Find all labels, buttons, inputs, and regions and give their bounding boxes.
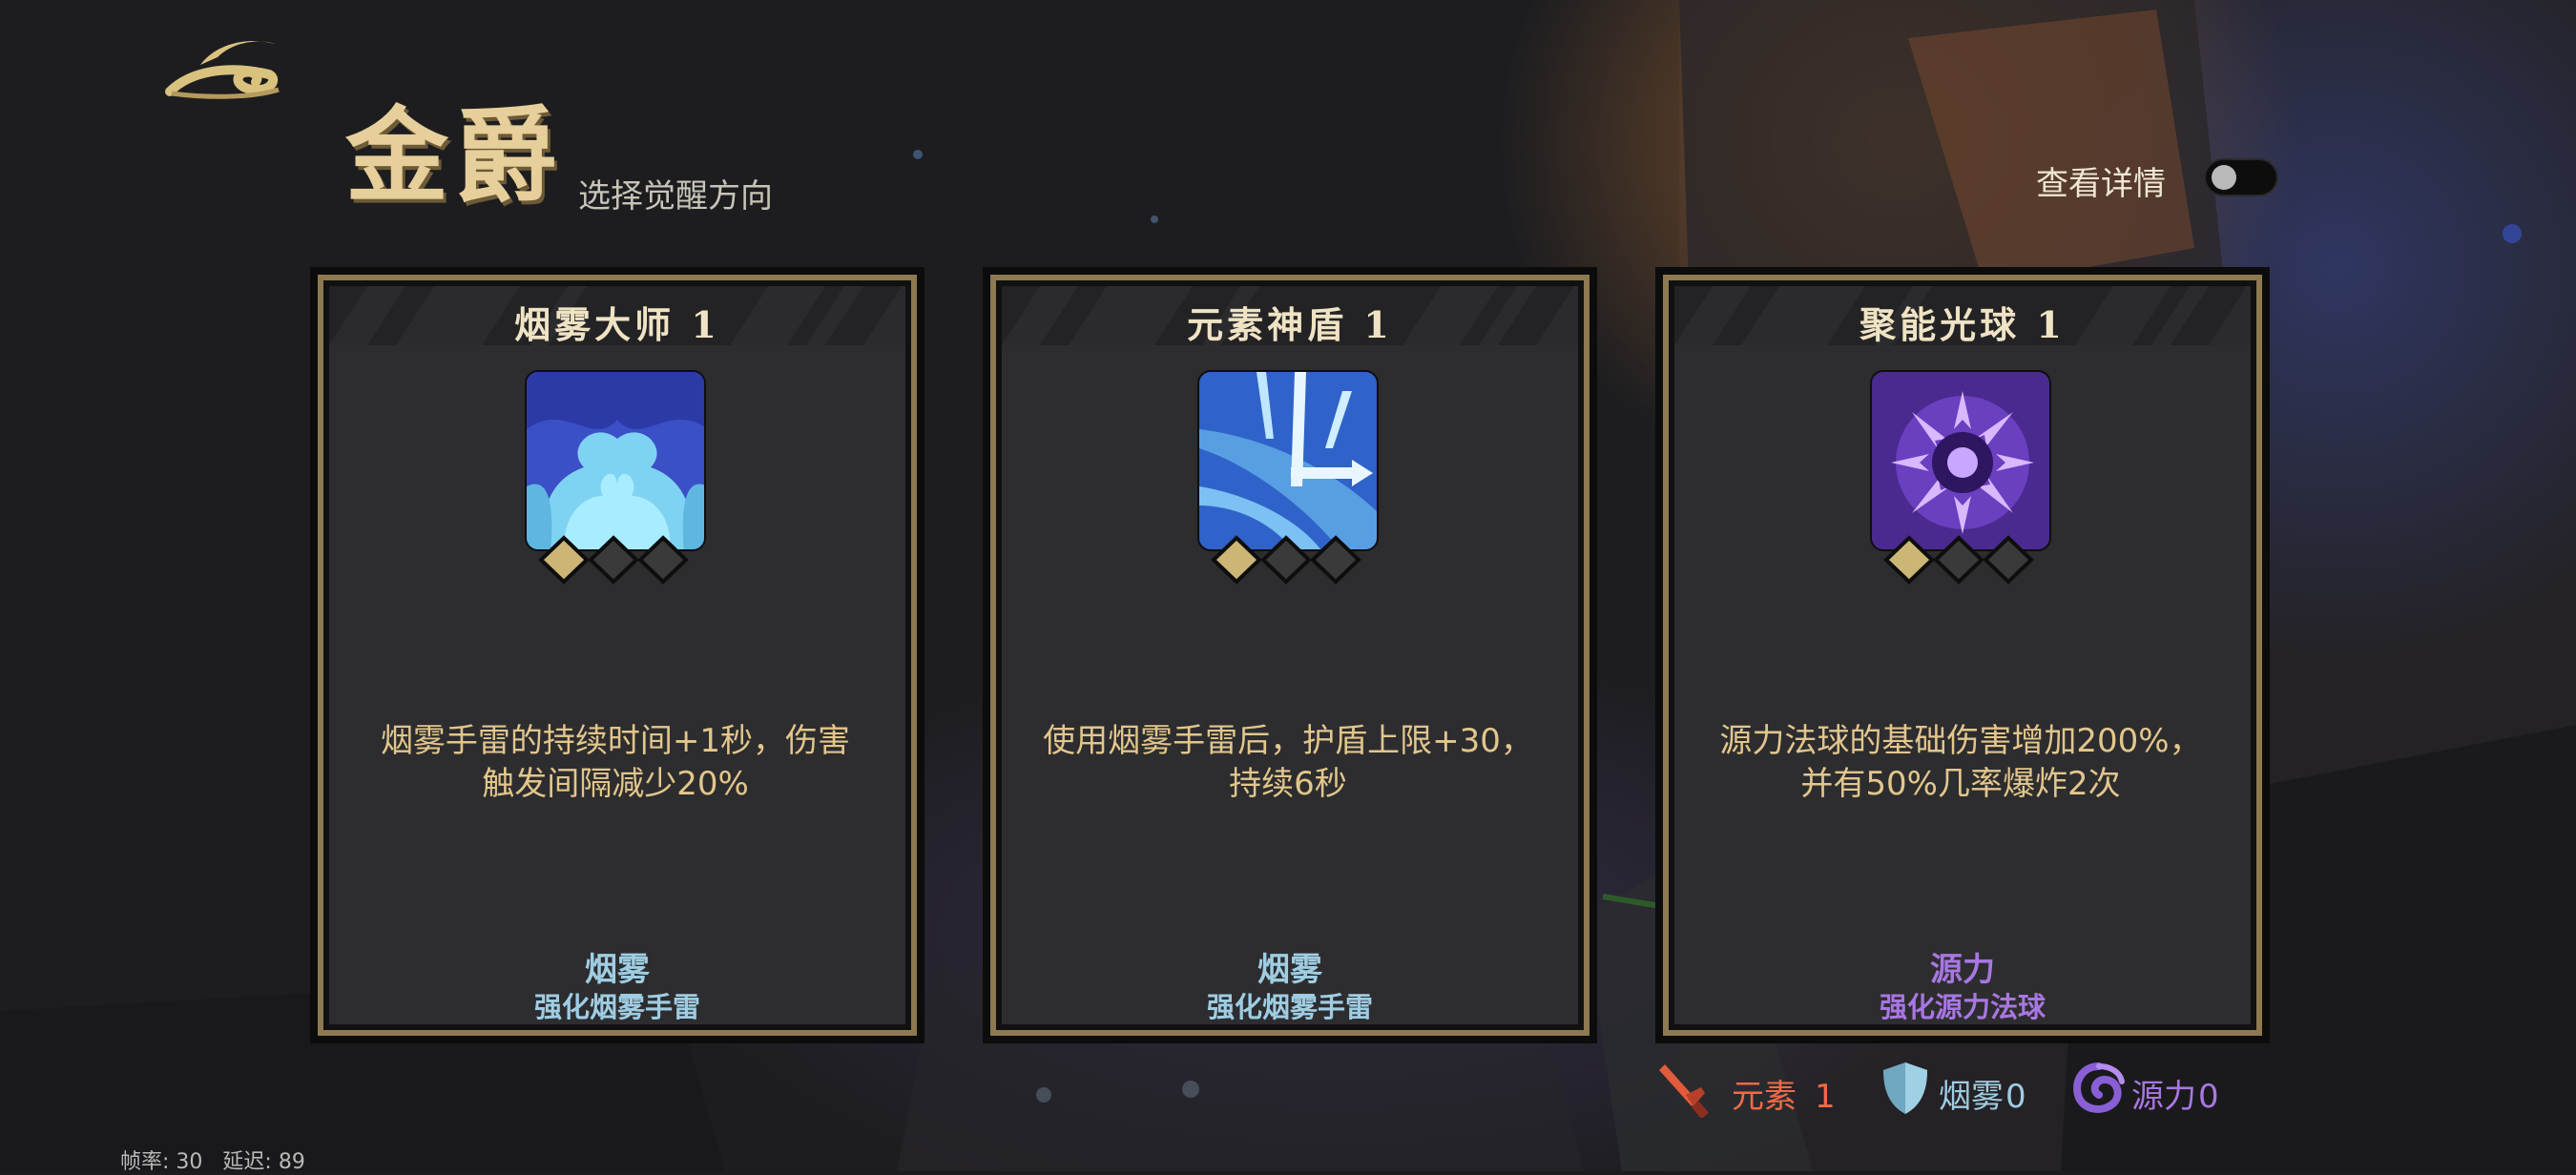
view-details-toggle[interactable] xyxy=(2204,158,2278,196)
game-logo-icon xyxy=(165,40,280,99)
dagger-icon xyxy=(1659,1064,1709,1118)
card-category: 源力 xyxy=(1930,951,1995,989)
upgrade-card-energy-orb[interactable]: 聚能光球 1 源力法球的基础伤害增加200%， 并有50%几率爆炸2次 源力 强… xyxy=(1655,267,2270,1043)
view-details-label: 查看详情 xyxy=(2036,165,2166,203)
resource-source-value: 0 xyxy=(2198,1078,2219,1116)
card-description: 烟雾手雷的持续时间+1秒，伤害 触发间隔减少20% xyxy=(380,722,851,803)
upgrade-card-element-shield[interactable]: 元素神盾 1 使用烟雾手雷后，护盾上限+30， 持续6秒 烟雾 强化烟雾手雷 xyxy=(983,267,1597,1043)
page-title: 金爵 xyxy=(345,96,564,216)
latency-value: 89 xyxy=(278,1150,305,1174)
toggle-knob xyxy=(2212,165,2236,190)
resource-element-label: 元素 xyxy=(1732,1078,1797,1116)
card-category: 烟雾 xyxy=(1257,951,1322,989)
swirl-icon xyxy=(2073,1062,2125,1113)
card-title: 元素神盾 1 xyxy=(1187,303,1393,346)
resource-smoke-value: 0 xyxy=(2005,1078,2026,1116)
upgrade-card-smoke-master[interactable]: 烟雾大师 1 烟雾手雷的持续时间+1秒，伤害 触发间隔减少20% 烟雾 强化烟雾手… xyxy=(310,267,924,1043)
resource-source-label: 源力 xyxy=(2131,1078,2196,1116)
latency-label: 延迟: xyxy=(222,1150,272,1174)
card-description: 使用烟雾手雷后，护盾上限+30， 持续6秒 xyxy=(1043,722,1533,803)
card-category: 烟雾 xyxy=(585,951,650,989)
resource-element-value: 1 xyxy=(1815,1078,1836,1116)
shield-icon xyxy=(1883,1062,1927,1114)
page-subtitle: 选择觉醒方向 xyxy=(578,177,773,216)
level-gems xyxy=(538,535,689,585)
card-description: 源力法球的基础伤害增加200%， 并有50%几率爆炸2次 xyxy=(1719,722,2202,803)
card-sub-category: 强化烟雾手雷 xyxy=(1206,991,1373,1023)
level-gems xyxy=(1883,535,2034,585)
smoke-master-icon xyxy=(525,370,706,551)
card-sub-category: 强化源力法球 xyxy=(1879,991,2046,1023)
energy-orb-icon xyxy=(1870,370,2051,551)
resource-smoke-label: 烟雾 xyxy=(1939,1078,2004,1116)
fps-label: 帧率: xyxy=(120,1150,170,1174)
card-sub-category: 强化烟雾手雷 xyxy=(533,991,700,1023)
card-title: 聚能光球 1 xyxy=(1859,303,2066,346)
level-gems xyxy=(1211,535,1361,585)
card-title: 烟雾大师 1 xyxy=(514,303,720,346)
element-shield-icon xyxy=(1197,370,1379,551)
perf-stats: 帧率: 30 延迟: 89 xyxy=(120,1144,305,1175)
fps-value: 30 xyxy=(176,1150,203,1174)
